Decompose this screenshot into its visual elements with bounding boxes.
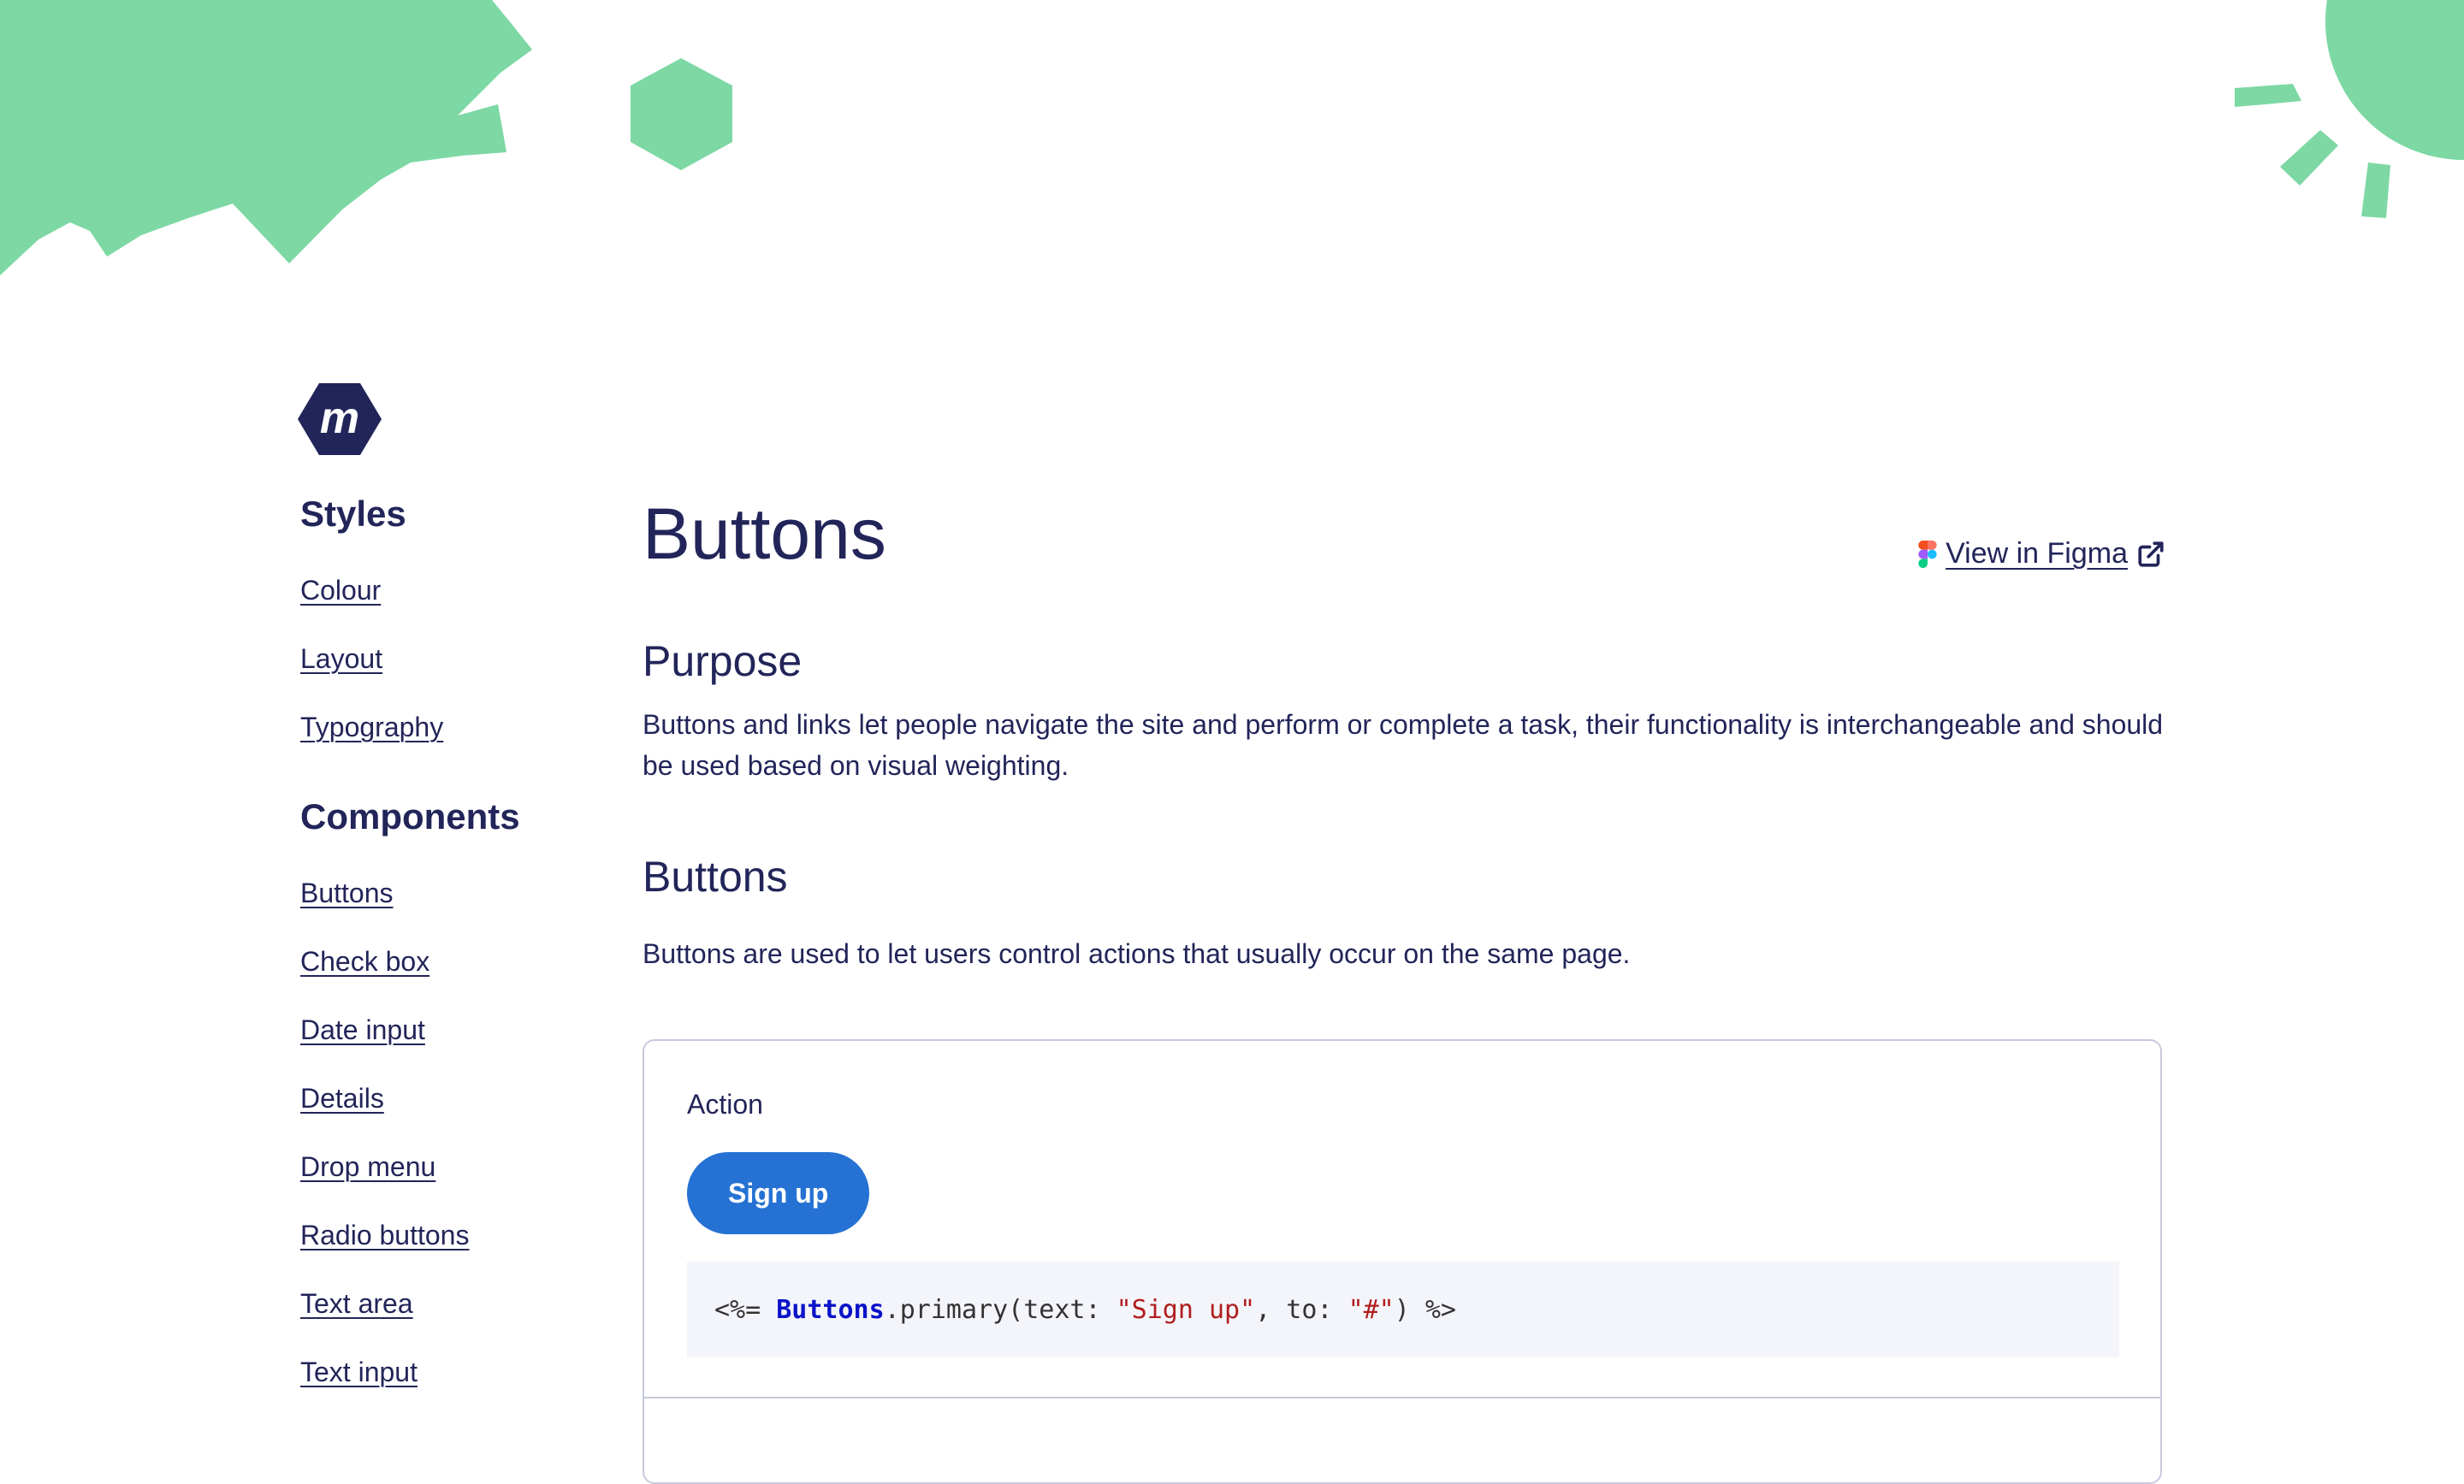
- sign-up-button[interactable]: Sign up: [687, 1152, 870, 1234]
- code-text-value: "Sign up": [1116, 1294, 1256, 1325]
- sidebar-item-text-input: Text input: [300, 1358, 557, 1427]
- figma-icon: [1918, 540, 1937, 568]
- sidebar-link-check-box[interactable]: Check box: [300, 946, 429, 977]
- sidebar-item-date-input: Date input: [300, 1016, 557, 1085]
- sidebar-nav: Styles Colour Layout Typography Componen…: [300, 496, 557, 1427]
- hexagon-shape: [631, 58, 732, 170]
- logo-letter: m: [320, 393, 359, 443]
- sidebar-link-layout[interactable]: Layout: [300, 643, 382, 674]
- components-nav-list: Buttons Check box Date input Details Dro…: [300, 879, 557, 1427]
- sidebar-link-details[interactable]: Details: [300, 1083, 384, 1114]
- example-label: Action: [687, 1089, 763, 1120]
- sidebar-item-colour: Colour: [300, 576, 557, 645]
- page-title: Buttons: [643, 494, 886, 574]
- purpose-heading: Purpose: [643, 637, 803, 685]
- sidebar-item-text-area: Text area: [300, 1290, 557, 1358]
- sidebar-item-radio-buttons: Radio buttons: [300, 1221, 557, 1290]
- sun-ray-shape: [2361, 163, 2390, 218]
- sidebar-heading-styles: Styles: [300, 494, 406, 534]
- panel-divider: [644, 1397, 2160, 1398]
- sidebar-link-colour[interactable]: Colour: [300, 575, 381, 606]
- paint-splash-shape: [0, 0, 532, 275]
- buttons-description: Buttons are used to let users control ac…: [643, 938, 1631, 969]
- sidebar-item-drop-menu: Drop menu: [300, 1153, 557, 1221]
- sidebar-link-date-input[interactable]: Date input: [300, 1014, 425, 1045]
- buttons-heading: Buttons: [643, 853, 788, 901]
- sidebar-link-typography[interactable]: Typography: [300, 712, 443, 742]
- sidebar-link-buttons[interactable]: Buttons: [300, 878, 394, 908]
- sidebar-link-text-input[interactable]: Text input: [300, 1357, 418, 1387]
- code-snippet[interactable]: <%= Buttons .primary(text: "Sign up", to:…: [687, 1262, 2119, 1357]
- button-example-panel: Action Sign up <%= Buttons .primary(text:…: [643, 1039, 2162, 1484]
- sidebar-heading-components: Components: [300, 796, 520, 837]
- code-prefix: <%=: [714, 1294, 777, 1325]
- sidebar-item-details: Details: [300, 1085, 557, 1153]
- code-method: .primary(text:: [884, 1294, 1116, 1325]
- view-in-figma-link[interactable]: View in Figma: [1946, 537, 2128, 571]
- sidebar-link-text-area[interactable]: Text area: [300, 1288, 413, 1319]
- code-middle: , to:: [1255, 1294, 1348, 1325]
- sidebar-item-buttons: Buttons: [300, 879, 557, 948]
- code-class-name: Buttons: [776, 1294, 885, 1325]
- sun-circle-shape: [2325, 0, 2464, 160]
- sidebar-link-radio-buttons[interactable]: Radio buttons: [300, 1220, 469, 1250]
- brand-logo[interactable]: m: [298, 383, 382, 455]
- code-suffix: ) %>: [1394, 1294, 1456, 1325]
- sun-ray-shape: [2280, 130, 2338, 186]
- sidebar-item-layout: Layout: [300, 645, 557, 713]
- code-to-value: "#": [1348, 1294, 1395, 1325]
- purpose-text: Buttons and links let people navigate th…: [643, 709, 2164, 781]
- sidebar-item-check-box: Check box: [300, 948, 557, 1016]
- sidebar-link-drop-menu[interactable]: Drop menu: [300, 1151, 435, 1182]
- external-link-icon: [2138, 541, 2164, 567]
- styles-nav-list: Colour Layout Typography: [300, 576, 557, 782]
- sun-ray-shape: [2235, 84, 2301, 107]
- figma-link-group: View in Figma: [1918, 537, 2165, 571]
- sidebar-item-typography: Typography: [300, 713, 557, 782]
